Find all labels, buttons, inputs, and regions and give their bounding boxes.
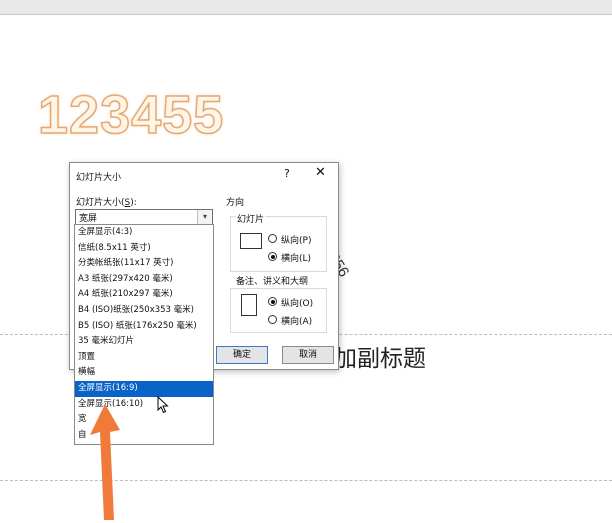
dropdown-item-a4[interactable]: A4 纸张(210x297 毫米) bbox=[75, 287, 213, 303]
app-top-bar bbox=[0, 0, 612, 15]
placeholder-border-bottom bbox=[0, 480, 612, 481]
dropdown-item-4-3[interactable]: 全屏显示(4:3) bbox=[75, 225, 213, 241]
notes-group-title: 备注、讲义和大纲 bbox=[235, 274, 310, 287]
orientation-label: 方向 bbox=[226, 198, 245, 208]
dropdown-item-16-9[interactable]: 全屏显示(16:9) bbox=[75, 380, 213, 397]
landscape-page-icon bbox=[240, 233, 262, 249]
chevron-down-icon[interactable]: ▾ bbox=[197, 210, 212, 224]
dropdown-item-banner[interactable]: 横幅 bbox=[75, 365, 213, 381]
dropdown-item-b4[interactable]: B4 (ISO)纸张(250x353 毫米) bbox=[75, 303, 213, 319]
slide-size-label: 幻灯片大小(S): bbox=[76, 198, 137, 208]
notes-landscape-label[interactable]: 横向(A) bbox=[281, 314, 312, 327]
ok-button[interactable]: 确定 bbox=[216, 346, 268, 364]
dropdown-item-35mm[interactable]: 35 毫米幻灯片 bbox=[75, 334, 213, 350]
slides-landscape-radio[interactable] bbox=[268, 252, 277, 261]
dropdown-item-ledger[interactable]: 分类帐纸张(11x17 英寸) bbox=[75, 256, 213, 272]
combobox-value: 宽屏 bbox=[79, 214, 98, 224]
mouse-cursor-icon bbox=[157, 396, 169, 414]
dropdown-item-b5[interactable]: B5 (ISO) 纸张(176x250 毫米) bbox=[75, 319, 213, 335]
cancel-button[interactable]: 取消 bbox=[282, 346, 334, 364]
slides-group-title: 幻灯片 bbox=[236, 212, 266, 225]
notes-portrait-label[interactable]: 纵向(O) bbox=[281, 296, 313, 309]
slide-size-dropdown-list: 全屏显示(4:3) 信纸(8.5x11 英寸) 分类帐纸张(11x17 英寸) … bbox=[74, 224, 214, 445]
slides-portrait-radio[interactable] bbox=[268, 234, 277, 243]
dropdown-item-overhead[interactable]: 顶置 bbox=[75, 350, 213, 366]
portrait-page-icon bbox=[241, 294, 257, 316]
slide-subtitle-placeholder[interactable]: 加副标题 bbox=[334, 339, 426, 373]
dropdown-item-widescreen[interactable]: 宽 bbox=[75, 412, 213, 428]
dropdown-item-letter[interactable]: 信纸(8.5x11 英寸) bbox=[75, 241, 213, 257]
close-icon[interactable]: ✕ bbox=[315, 165, 326, 180]
notes-landscape-radio[interactable] bbox=[268, 315, 277, 324]
slide-title-text[interactable]: 123455 bbox=[37, 84, 224, 146]
slides-landscape-label[interactable]: 横向(L) bbox=[281, 251, 311, 264]
dialog-title: 幻灯片大小 bbox=[76, 173, 122, 183]
slide-size-combobox[interactable]: 宽屏 ▾ bbox=[75, 209, 213, 225]
dropdown-item-a3[interactable]: A3 纸张(297x420 毫米) bbox=[75, 272, 213, 288]
dropdown-item-custom[interactable]: 自 bbox=[75, 428, 213, 444]
dropdown-item-16-10[interactable]: 全屏显示(16:10) bbox=[75, 397, 213, 413]
notes-portrait-radio[interactable] bbox=[268, 297, 277, 306]
help-button[interactable]: ? bbox=[284, 167, 290, 180]
slides-portrait-label[interactable]: 纵向(P) bbox=[281, 233, 311, 246]
